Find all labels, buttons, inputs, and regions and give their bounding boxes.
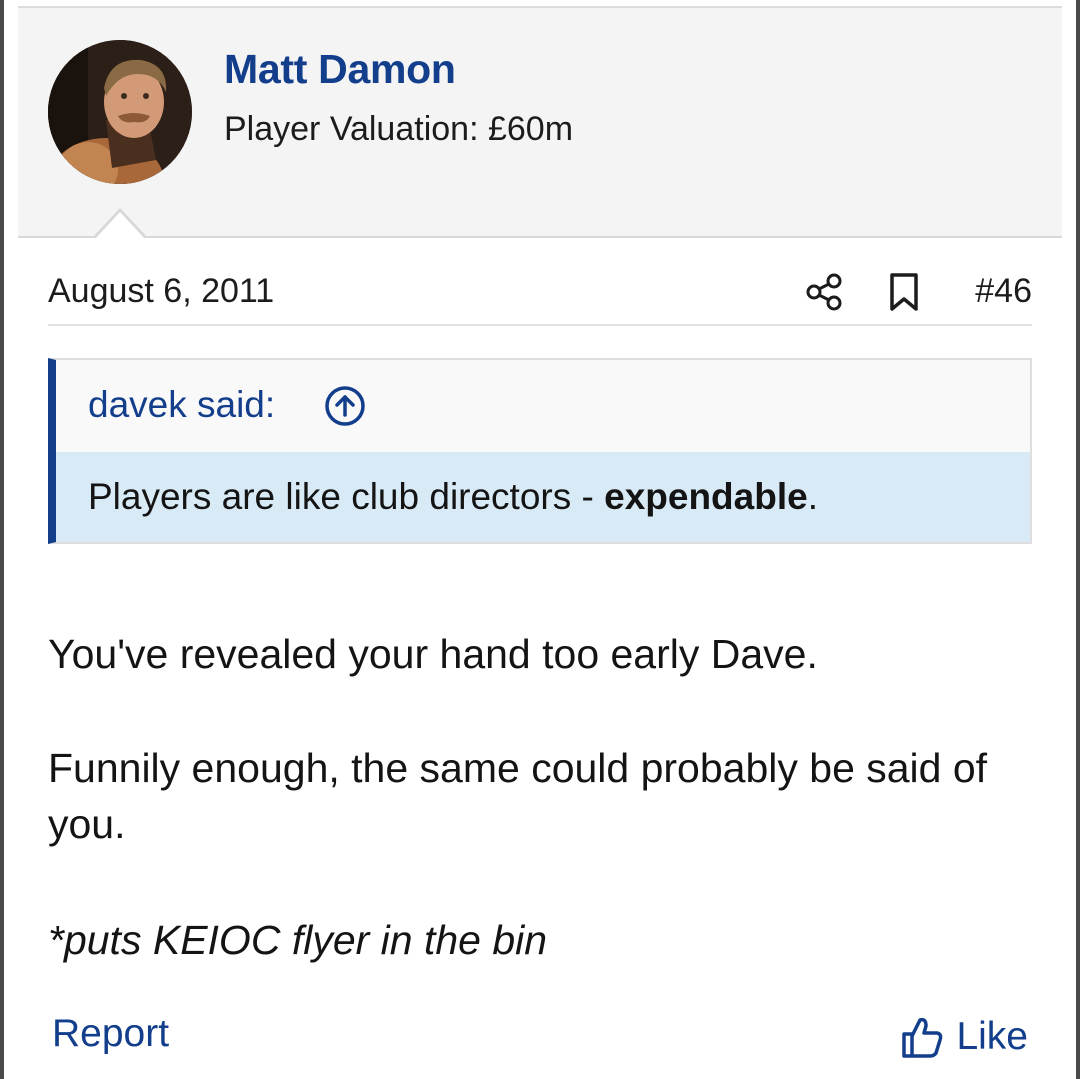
username-link[interactable]: Matt Damon (224, 46, 456, 93)
user-valuation: Player Valuation: £60m (224, 110, 574, 148)
like-label: Like (956, 1015, 1028, 1058)
quote-text-plain: Players are like club directors - (88, 476, 605, 517)
avatar-photo (48, 40, 192, 184)
message-paragraph-3: *puts KEIOC flyer in the bin (48, 917, 548, 963)
post-number-link[interactable]: #46 (975, 272, 1032, 311)
thumbs-up-icon (902, 1017, 943, 1058)
user-header: Matt Damon Player Valuation: £60m (18, 6, 1062, 238)
quote-header: davek said: (56, 360, 1030, 452)
post-date[interactable]: August 6, 2011 (48, 272, 274, 311)
avatar[interactable] (48, 40, 192, 184)
like-button[interactable]: Like (900, 1012, 1028, 1062)
quote-text: Players are like club directors - expend… (88, 476, 818, 518)
quote-text-bold: expendable (604, 476, 808, 517)
bookmark-icon[interactable] (886, 272, 922, 312)
quote-body: Players are like club directors - expend… (56, 452, 1030, 542)
arrow-up-circle-icon[interactable] (324, 385, 366, 427)
quote-text-end: . (807, 476, 818, 517)
report-link[interactable]: Report (52, 1012, 169, 1056)
share-icon[interactable] (804, 272, 844, 312)
message-paragraph-2: Funnily enough, the same could probably … (48, 745, 988, 847)
quote-block: davek said: Players are like club direct… (48, 358, 1032, 544)
header-pointer-fill (94, 212, 146, 240)
message-paragraph-1: You've revealed your hand too early Dave… (48, 631, 818, 677)
quote-author[interactable]: davek said: (88, 384, 275, 426)
window-frame-right (1076, 0, 1080, 1079)
window-frame-left (0, 0, 4, 1079)
post-meta: August 6, 2011 #46 (48, 266, 1032, 326)
